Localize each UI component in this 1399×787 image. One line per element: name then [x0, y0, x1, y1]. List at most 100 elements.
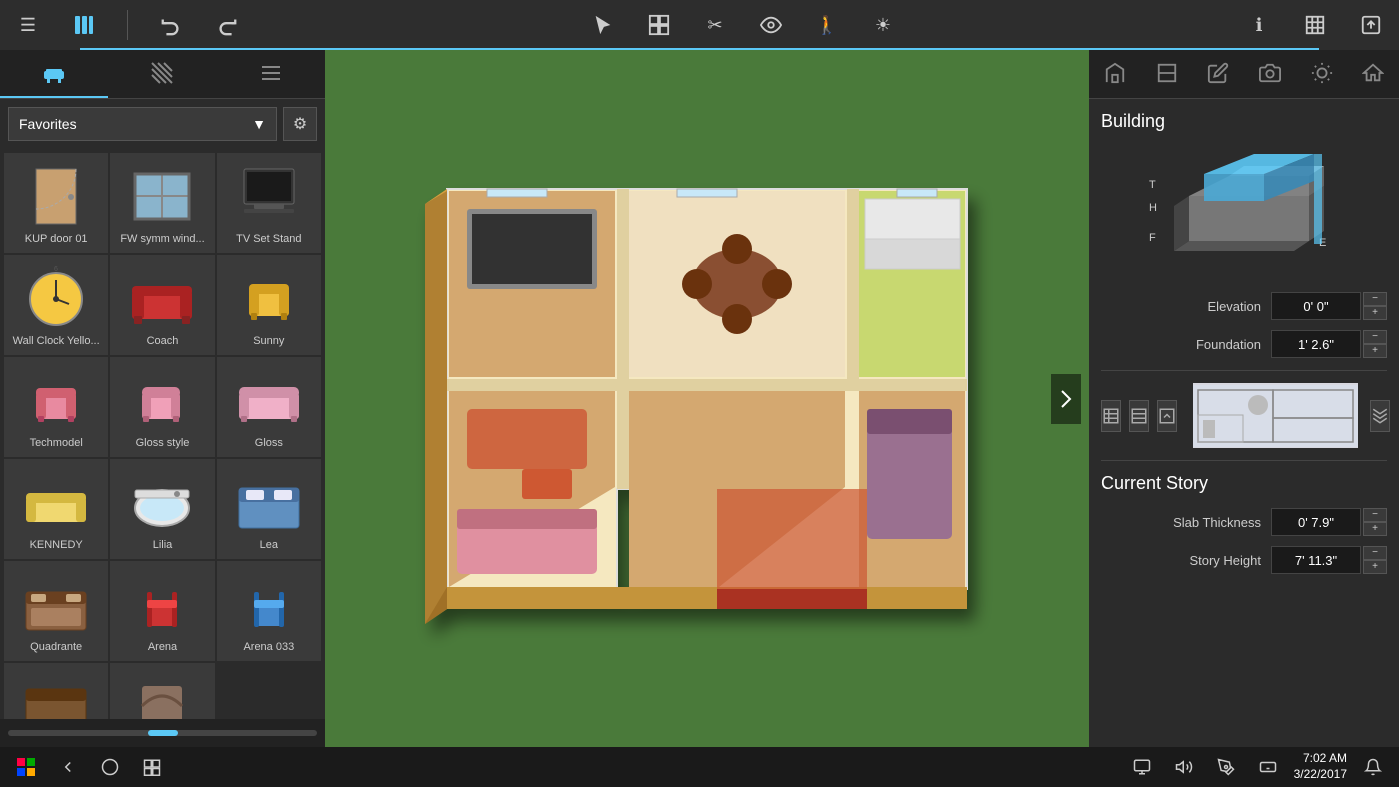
scroll-track — [8, 730, 317, 736]
canvas-area[interactable] — [325, 50, 1089, 747]
library-icon[interactable] — [66, 7, 102, 43]
sun-icon[interactable]: ☀ — [865, 7, 901, 43]
list-item[interactable]: Gloss — [217, 357, 321, 457]
favorites-dropdown[interactable]: Favorites ▼ — [8, 107, 277, 141]
clock-time: 7:02 AM — [1294, 751, 1347, 767]
notification-icon[interactable] — [1357, 751, 1389, 783]
export-icon[interactable] — [1353, 7, 1389, 43]
windows-start-icon[interactable] — [10, 751, 42, 783]
taskbar-clock: 7:02 AM 3/22/2017 — [1294, 751, 1347, 782]
list-item[interactable] — [4, 663, 108, 719]
monitor-icon[interactable] — [1126, 751, 1158, 783]
svg-text:F: F — [1149, 232, 1156, 244]
story-up-button[interactable] — [1157, 400, 1177, 432]
story-height-input[interactable] — [1271, 546, 1361, 574]
list-item[interactable]: TV Set Stand — [217, 153, 321, 253]
keyboard-icon[interactable] — [1252, 751, 1284, 783]
list-item[interactable]: Sunny — [217, 255, 321, 355]
separator-1 — [127, 10, 128, 40]
height-decrement[interactable]: − — [1363, 546, 1387, 560]
home-circle-icon[interactable] — [94, 751, 126, 783]
list-item[interactable]: Arena 033 — [217, 561, 321, 661]
story-add-button[interactable] — [1101, 400, 1121, 432]
furniture-label: Wall Clock Yello... — [13, 335, 100, 348]
top-toolbar: ☰ ✂ — [0, 0, 1399, 50]
materials-tab[interactable] — [108, 50, 216, 98]
expand-icon[interactable] — [1297, 7, 1333, 43]
volume-icon[interactable] — [1168, 751, 1200, 783]
story-export-button[interactable] — [1370, 400, 1390, 432]
right-tabs — [1089, 50, 1399, 99]
story-remove-button[interactable] — [1129, 400, 1149, 432]
elevation-increment[interactable]: + — [1363, 306, 1387, 320]
furniture-label: KUP door 01 — [25, 233, 88, 246]
slab-increment[interactable]: + — [1363, 522, 1387, 536]
canvas-expand-arrow[interactable] — [1051, 374, 1081, 424]
info-icon[interactable]: ℹ — [1241, 7, 1277, 43]
furniture-thumb — [122, 671, 202, 719]
slab-stepper: − + — [1363, 508, 1387, 536]
scissors-icon[interactable]: ✂ — [697, 7, 733, 43]
right-tab-home2[interactable] — [1347, 50, 1399, 98]
list-tab[interactable] — [217, 50, 325, 98]
panel-divider-2 — [1101, 460, 1387, 461]
list-item[interactable]: 6 Wall Clock Yello... — [4, 255, 108, 355]
floor-thumbnail — [1193, 383, 1358, 448]
furniture-label: Techmodel — [30, 437, 83, 450]
right-tab-edit[interactable] — [1192, 50, 1244, 98]
walk-icon[interactable]: 🚶 — [809, 7, 845, 43]
list-item[interactable]: Lilia — [110, 459, 214, 559]
list-item[interactable]: Quadrante — [4, 561, 108, 661]
list-item[interactable]: KUP door 01 — [4, 153, 108, 253]
list-item[interactable]: Lea — [217, 459, 321, 559]
height-increment[interactable]: + — [1363, 560, 1387, 574]
undo-icon[interactable] — [153, 7, 189, 43]
furniture-thumb — [16, 467, 96, 537]
list-item[interactable]: Coach — [110, 255, 214, 355]
list-item[interactable]: Gloss style — [110, 357, 214, 457]
furniture-label: FW symm wind... — [120, 233, 204, 246]
select-icon[interactable] — [585, 7, 621, 43]
list-item[interactable]: Techmodel — [4, 357, 108, 457]
hamburger-menu-icon[interactable]: ☰ — [10, 7, 46, 43]
right-tab-camera[interactable] — [1244, 50, 1296, 98]
story-height-label: Story Height — [1101, 553, 1271, 568]
multitask-icon[interactable] — [136, 751, 168, 783]
furniture-thumb: 6 — [16, 263, 96, 333]
slab-decrement[interactable]: − — [1363, 508, 1387, 522]
dropdown-chevron-icon: ▼ — [252, 116, 266, 132]
foundation-increment[interactable]: + — [1363, 344, 1387, 358]
scroll-bar[interactable] — [0, 719, 325, 747]
back-icon[interactable] — [52, 751, 84, 783]
foundation-decrement[interactable]: − — [1363, 330, 1387, 344]
right-tab-light[interactable] — [1296, 50, 1348, 98]
furniture-thumb — [229, 263, 309, 333]
favorites-header: Favorites ▼ ⚙ — [0, 99, 325, 149]
group-icon[interactable] — [641, 7, 677, 43]
right-tab-floor[interactable] — [1141, 50, 1193, 98]
foundation-row: Foundation − + — [1101, 330, 1387, 358]
elevation-decrement[interactable]: − — [1363, 292, 1387, 306]
elevation-label: Elevation — [1101, 299, 1271, 314]
eye-icon[interactable] — [753, 7, 789, 43]
list-item[interactable] — [110, 663, 214, 719]
furniture-label: Arena — [148, 641, 177, 654]
redo-icon[interactable] — [209, 7, 245, 43]
furniture-thumb — [16, 671, 96, 719]
furniture-label: Lilia — [153, 539, 173, 552]
foundation-input[interactable] — [1271, 330, 1361, 358]
slab-thickness-input[interactable] — [1271, 508, 1361, 536]
elevation-input[interactable] — [1271, 292, 1361, 320]
list-item[interactable]: KENNEDY — [4, 459, 108, 559]
scroll-thumb[interactable] — [148, 730, 178, 736]
pen-icon[interactable] — [1210, 751, 1242, 783]
list-item[interactable]: Arena — [110, 561, 214, 661]
building-preview-svg: T H F E — [1144, 146, 1344, 276]
slab-thickness-label: Slab Thickness — [1101, 515, 1271, 530]
settings-button[interactable]: ⚙ — [283, 107, 317, 141]
list-item[interactable]: FW symm wind... — [110, 153, 214, 253]
furniture-thumb — [229, 467, 309, 537]
furniture-tab[interactable] — [0, 50, 108, 98]
right-tab-building[interactable] — [1089, 50, 1141, 98]
furniture-thumb — [229, 161, 309, 231]
